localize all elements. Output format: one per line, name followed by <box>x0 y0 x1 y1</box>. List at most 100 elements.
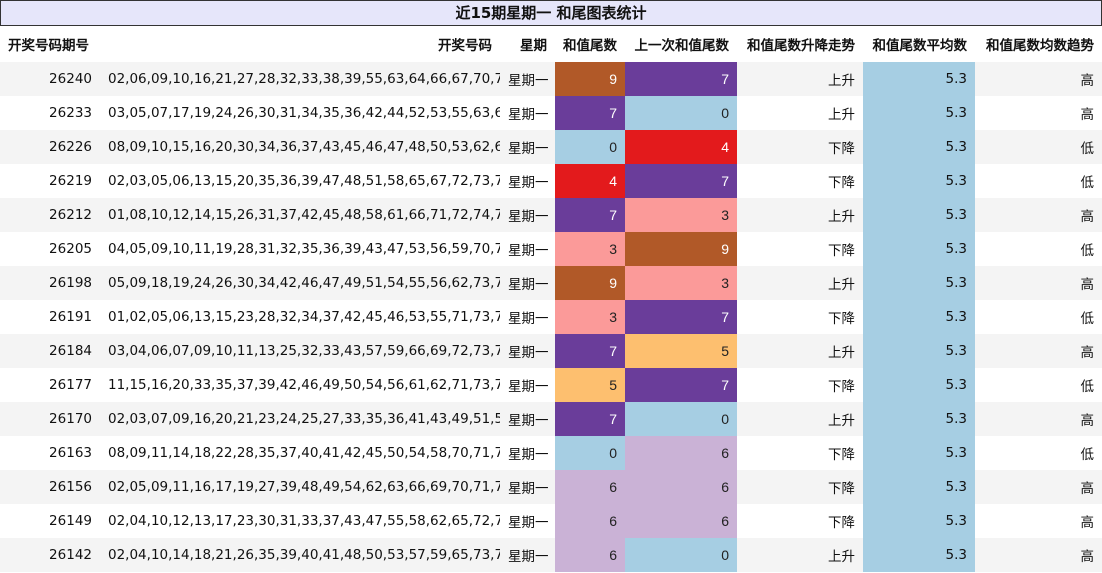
cell-tail: 5 <box>555 368 625 402</box>
cell-weekday: 星期一 <box>508 447 549 463</box>
cell-issue: 26142 <box>49 547 92 563</box>
cell-trend: 下降 <box>828 243 855 259</box>
header-prev-tail[interactable]: 上一次和值尾数 <box>625 26 737 62</box>
table-row: 26177 11,15,16,20,33,35,37,39,42,46,49,50… <box>0 368 1102 402</box>
cell-issue: 26212 <box>49 207 92 223</box>
cell-tail: 7 <box>555 198 625 232</box>
cell-avg: 5.3 <box>863 538 975 572</box>
table-row: 26142 02,04,10,14,18,21,26,35,39,40,41,48… <box>0 538 1102 572</box>
cell-prev-tail: 4 <box>625 130 737 164</box>
cell-issue: 26198 <box>49 275 92 291</box>
cell-numbers: 08,09,11,14,18,22,28,35,37,40,41,42,45,5… <box>108 445 500 461</box>
cell-prev-tail: 7 <box>625 300 737 334</box>
cell-avg-trend: 高 <box>1080 515 1095 531</box>
cell-weekday: 星期一 <box>508 277 549 293</box>
header-numbers[interactable]: 开奖号码 <box>100 26 500 62</box>
cell-numbers: 05,09,18,19,24,26,30,34,42,46,47,49,51,5… <box>108 275 500 291</box>
cell-issue: 26170 <box>49 411 92 427</box>
cell-tail: 0 <box>555 130 625 164</box>
cell-numbers: 11,15,16,20,33,35,37,39,42,46,49,50,54,5… <box>108 377 500 393</box>
header-weekday[interactable]: 星期 <box>500 26 555 62</box>
cell-issue: 26219 <box>49 173 92 189</box>
cell-issue: 26240 <box>49 71 92 87</box>
cell-avg-trend: 低 <box>1080 175 1095 191</box>
cell-numbers: 03,05,07,17,19,24,26,30,31,34,35,36,42,4… <box>108 105 500 121</box>
cell-weekday: 星期一 <box>508 141 549 157</box>
cell-avg-trend: 低 <box>1080 447 1095 463</box>
cell-avg-trend: 低 <box>1080 141 1095 157</box>
tail-stats-table: 开奖号码期号 开奖号码 星期 和值尾数 上一次和值尾数 和值尾数升降走势 和值尾… <box>0 26 1102 572</box>
table-row: 26156 02,05,09,11,16,17,19,27,39,48,49,54… <box>0 470 1102 504</box>
cell-avg-trend: 高 <box>1080 73 1095 89</box>
header-trend[interactable]: 和值尾数升降走势 <box>737 26 863 62</box>
cell-trend: 上升 <box>828 107 855 123</box>
cell-trend: 下降 <box>828 311 855 327</box>
cell-avg-trend: 低 <box>1080 243 1095 259</box>
cell-prev-tail: 7 <box>625 62 737 96</box>
cell-tail: 6 <box>555 470 625 504</box>
cell-avg: 5.3 <box>863 198 975 232</box>
cell-avg: 5.3 <box>863 164 975 198</box>
cell-avg: 5.3 <box>863 504 975 538</box>
cell-trend: 上升 <box>828 277 855 293</box>
cell-tail: 4 <box>555 164 625 198</box>
cell-tail: 9 <box>555 62 625 96</box>
header-avg-trend[interactable]: 和值尾数均数趋势 <box>975 26 1102 62</box>
cell-numbers: 02,03,05,06,13,15,20,35,36,39,47,48,51,5… <box>108 173 500 189</box>
cell-numbers: 03,04,06,07,09,10,11,13,25,32,33,43,57,5… <box>108 343 500 359</box>
cell-issue: 26163 <box>49 445 92 461</box>
cell-trend: 下降 <box>828 515 855 531</box>
table-row: 26184 03,04,06,07,09,10,11,13,25,32,33,43… <box>0 334 1102 368</box>
cell-tail: 7 <box>555 402 625 436</box>
cell-prev-tail: 0 <box>625 538 737 572</box>
cell-avg: 5.3 <box>863 266 975 300</box>
cell-avg: 5.3 <box>863 300 975 334</box>
table-row: 26191 01,02,05,06,13,15,23,28,32,34,37,42… <box>0 300 1102 334</box>
cell-avg-trend: 低 <box>1080 379 1095 395</box>
cell-prev-tail: 0 <box>625 402 737 436</box>
table-row: 26170 02,03,07,09,16,20,21,23,24,25,27,33… <box>0 402 1102 436</box>
cell-issue: 26205 <box>49 241 92 257</box>
cell-avg: 5.3 <box>863 334 975 368</box>
cell-weekday: 星期一 <box>508 73 549 89</box>
cell-numbers: 02,06,09,10,16,21,27,28,32,33,38,39,55,6… <box>108 71 500 87</box>
cell-tail: 0 <box>555 436 625 470</box>
cell-numbers: 04,05,09,10,11,19,28,31,32,35,36,39,43,4… <box>108 241 500 257</box>
cell-weekday: 星期一 <box>508 345 549 361</box>
cell-trend: 下降 <box>828 141 855 157</box>
cell-numbers: 02,04,10,14,18,21,26,35,39,40,41,48,50,5… <box>108 547 500 563</box>
cell-issue: 26226 <box>49 139 92 155</box>
header-tail[interactable]: 和值尾数 <box>555 26 625 62</box>
cell-prev-tail: 6 <box>625 436 737 470</box>
cell-weekday: 星期一 <box>508 209 549 225</box>
cell-weekday: 星期一 <box>508 107 549 123</box>
cell-avg-trend: 高 <box>1080 413 1095 429</box>
cell-tail: 9 <box>555 266 625 300</box>
table-row: 26233 03,05,07,17,19,24,26,30,31,34,35,36… <box>0 96 1102 130</box>
stats-sheet: 近15期星期一 和尾图表统计 开奖号码期号 开奖号码 星期 和值尾数 上一次和值… <box>0 0 1102 573</box>
cell-numbers: 01,08,10,12,14,15,26,31,37,42,45,48,58,6… <box>108 207 500 223</box>
cell-trend: 上升 <box>828 73 855 89</box>
header-issue[interactable]: 开奖号码期号 <box>0 26 100 62</box>
header-avg[interactable]: 和值尾数平均数 <box>863 26 975 62</box>
table-row: 26219 02,03,05,06,13,15,20,35,36,39,47,48… <box>0 164 1102 198</box>
cell-weekday: 星期一 <box>508 481 549 497</box>
cell-tail: 6 <box>555 538 625 572</box>
cell-trend: 下降 <box>828 481 855 497</box>
cell-issue: 26233 <box>49 105 92 121</box>
cell-trend: 下降 <box>828 379 855 395</box>
cell-weekday: 星期一 <box>508 175 549 191</box>
cell-avg: 5.3 <box>863 470 975 504</box>
cell-prev-tail: 5 <box>625 334 737 368</box>
cell-numbers: 02,04,10,12,13,17,23,30,31,33,37,43,47,5… <box>108 513 500 529</box>
cell-avg: 5.3 <box>863 96 975 130</box>
table-row: 26149 02,04,10,12,13,17,23,30,31,33,37,43… <box>0 504 1102 538</box>
table-row: 26226 08,09,10,15,16,20,30,34,36,37,43,45… <box>0 130 1102 164</box>
cell-trend: 上升 <box>828 209 855 225</box>
cell-numbers: 01,02,05,06,13,15,23,28,32,34,37,42,45,4… <box>108 309 500 325</box>
cell-avg-trend: 低 <box>1080 311 1095 327</box>
cell-prev-tail: 3 <box>625 198 737 232</box>
cell-trend: 下降 <box>828 447 855 463</box>
table-row: 26212 01,08,10,12,14,15,26,31,37,42,45,48… <box>0 198 1102 232</box>
cell-issue: 26149 <box>49 513 92 529</box>
